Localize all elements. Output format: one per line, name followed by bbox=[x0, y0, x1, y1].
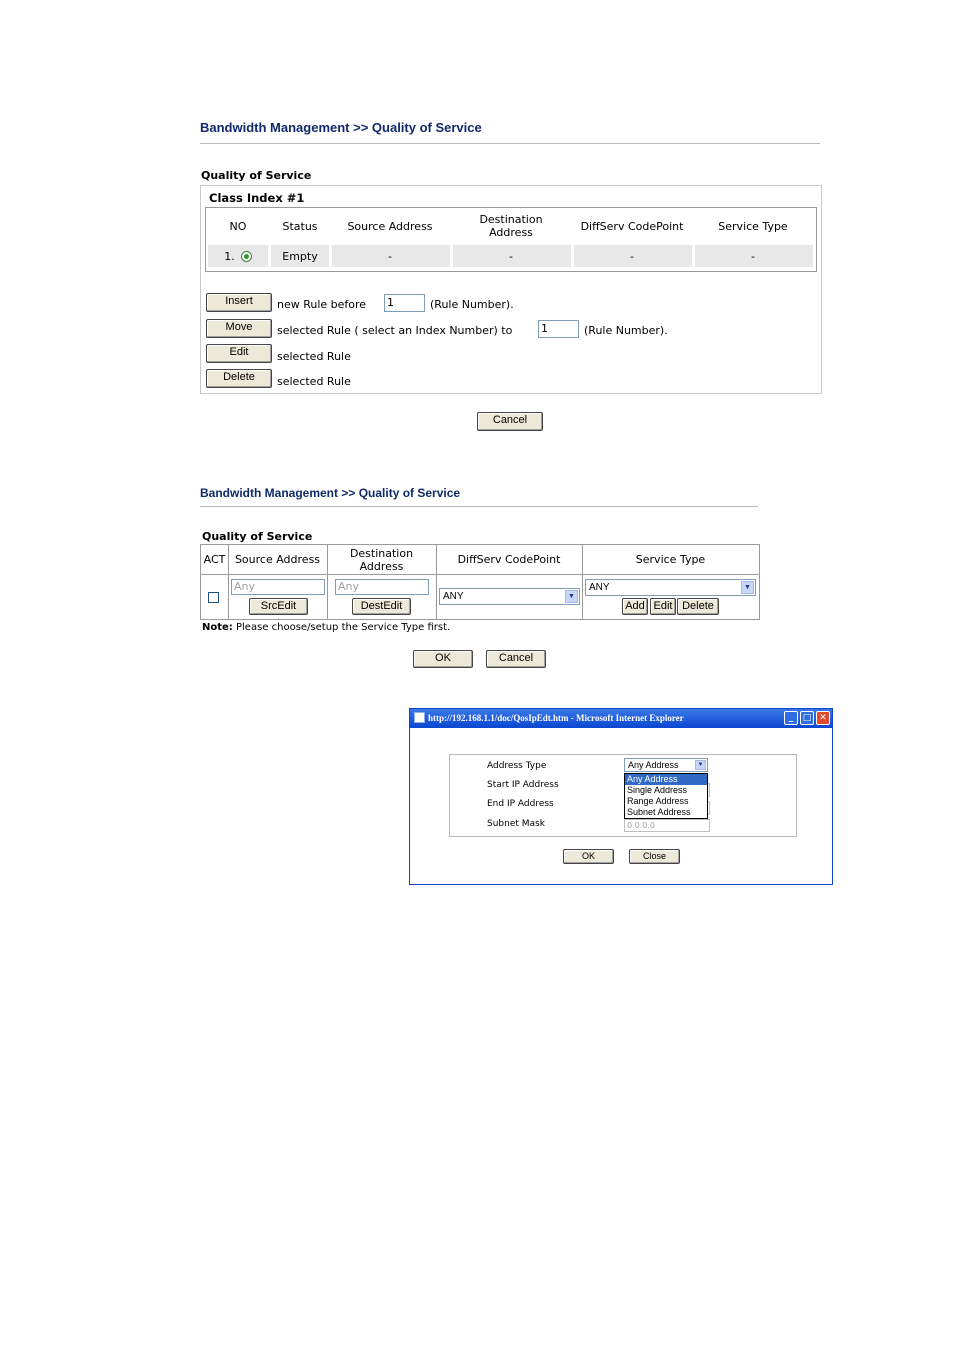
move-rule-input[interactable]: 1 bbox=[538, 320, 579, 338]
end-ip-label: End IP Address bbox=[487, 799, 554, 809]
address-form-box: Address Type Start IP Address End IP Add… bbox=[449, 754, 797, 837]
option-subnet-address[interactable]: Subnet Address bbox=[625, 807, 707, 818]
row-destination: - bbox=[509, 249, 513, 263]
page-title-2: Bandwidth Management >> Quality of Servi… bbox=[200, 486, 461, 500]
move-button[interactable]: Move bbox=[206, 319, 272, 338]
edit-service-button[interactable]: Edit bbox=[650, 598, 676, 615]
option-single-address[interactable]: Single Address bbox=[625, 785, 707, 796]
srcedit-button[interactable]: SrcEdit bbox=[249, 598, 308, 615]
class-index-label: Class Index #1 bbox=[209, 191, 305, 205]
row-status: Empty bbox=[282, 249, 318, 263]
ie-page-icon bbox=[414, 712, 425, 723]
option-range-address[interactable]: Range Address bbox=[625, 796, 707, 807]
row-number: 1. bbox=[224, 249, 235, 263]
maximize-icon[interactable]: □ bbox=[800, 711, 814, 725]
chevron-down-icon: ▼ bbox=[565, 590, 578, 603]
col-diffserv-header: DiffServ CodePoint bbox=[580, 219, 684, 233]
delete-text: selected Rule bbox=[277, 375, 351, 388]
address-type-select[interactable]: Any Address ▼ bbox=[624, 758, 708, 772]
row-radio[interactable] bbox=[240, 250, 252, 262]
address-type-dropdown: Any Address Single Address Range Address… bbox=[624, 773, 708, 819]
act-checkbox[interactable] bbox=[208, 592, 219, 603]
col-service-header: Service Type bbox=[718, 219, 788, 233]
col-destination-header: Destination Address bbox=[479, 213, 543, 239]
title-divider-2 bbox=[200, 506, 758, 507]
table-row: 1. bbox=[206, 245, 270, 267]
ok-button[interactable]: OK bbox=[413, 650, 473, 668]
col-diffserv-header-2: DiffServ CodePoint bbox=[457, 553, 561, 566]
edit-button[interactable]: Edit bbox=[206, 344, 272, 363]
chevron-down-icon: ▼ bbox=[695, 760, 706, 770]
col-source-header: Source Address bbox=[347, 219, 433, 233]
class-table: NO Status Source Address Destination Add… bbox=[205, 207, 817, 272]
delete-service-button[interactable]: Delete bbox=[677, 598, 719, 615]
address-edit-window: http://192.168.1.1/doc/QosIpEdt.htm - Mi… bbox=[409, 708, 833, 885]
popup-ok-button[interactable]: OK bbox=[563, 849, 614, 864]
window-title: http://192.168.1.1/doc/QosIpEdt.htm - Mi… bbox=[428, 713, 684, 723]
section-title: Quality of Service bbox=[201, 169, 312, 182]
title-divider bbox=[200, 143, 820, 144]
section-title-2: Quality of Service bbox=[202, 530, 313, 543]
edit-text: selected Rule bbox=[277, 350, 351, 363]
move-suffix: (Rule Number). bbox=[584, 324, 668, 337]
row-source: - bbox=[388, 249, 392, 263]
source-address-input[interactable]: Any bbox=[231, 579, 325, 595]
row-service: - bbox=[751, 249, 755, 263]
subnet-mask-input[interactable]: 0.0.0.0 bbox=[624, 819, 710, 832]
insert-suffix: (Rule Number). bbox=[430, 298, 514, 311]
option-any-address[interactable]: Any Address bbox=[625, 774, 707, 785]
diffserv-select[interactable]: ANY ▼ bbox=[439, 588, 580, 605]
service-type-selected: ANY bbox=[589, 582, 610, 593]
insert-button[interactable]: Insert bbox=[206, 293, 272, 312]
destination-address-input[interactable]: Any bbox=[335, 579, 429, 595]
diffserv-selected: ANY bbox=[443, 591, 464, 602]
cancel-button-2[interactable]: Cancel bbox=[486, 650, 546, 668]
insert-text: new Rule before bbox=[277, 298, 367, 311]
close-icon[interactable]: ✕ bbox=[816, 711, 830, 725]
col-status-header: Status bbox=[282, 219, 318, 233]
col-destination-header-2: Destination Address bbox=[349, 546, 414, 573]
minimize-icon[interactable]: _ bbox=[784, 711, 798, 725]
note-prefix: Note: bbox=[202, 622, 233, 633]
col-source-header-2: Source Address bbox=[234, 553, 321, 566]
subnet-mask-label: Subnet Mask bbox=[487, 819, 545, 829]
move-text: selected Rule ( select an Index Number) … bbox=[277, 324, 513, 337]
col-act-header: ACT bbox=[203, 553, 226, 566]
window-titlebar: http://192.168.1.1/doc/QosIpEdt.htm - Mi… bbox=[410, 709, 832, 728]
page-title: Bandwidth Management >> Quality of Servi… bbox=[200, 120, 482, 135]
delete-button[interactable]: Delete bbox=[206, 369, 272, 388]
destedit-button[interactable]: DestEdit bbox=[352, 598, 411, 615]
note-text: Please choose/setup the Service Type fir… bbox=[236, 622, 451, 633]
chevron-down-icon: ▼ bbox=[741, 581, 754, 594]
address-type-label: Address Type bbox=[487, 761, 547, 771]
col-service-header-2: Service Type bbox=[635, 553, 706, 566]
add-service-button[interactable]: Add bbox=[622, 598, 648, 615]
start-ip-label: Start IP Address bbox=[487, 780, 559, 790]
service-type-note: Note: Please choose/setup the Service Ty… bbox=[202, 622, 450, 633]
col-no-header: NO bbox=[229, 219, 247, 233]
insert-rule-input[interactable]: 1 bbox=[384, 294, 425, 312]
rule-edit-table: ACT Source Address Destination Address D… bbox=[200, 544, 760, 620]
popup-close-button[interactable]: Close bbox=[629, 849, 680, 864]
cancel-button[interactable]: Cancel bbox=[477, 412, 543, 431]
service-type-select[interactable]: ANY ▼ bbox=[585, 579, 756, 596]
address-type-selected: Any Address bbox=[628, 760, 679, 770]
row-diffserv: - bbox=[630, 249, 634, 263]
